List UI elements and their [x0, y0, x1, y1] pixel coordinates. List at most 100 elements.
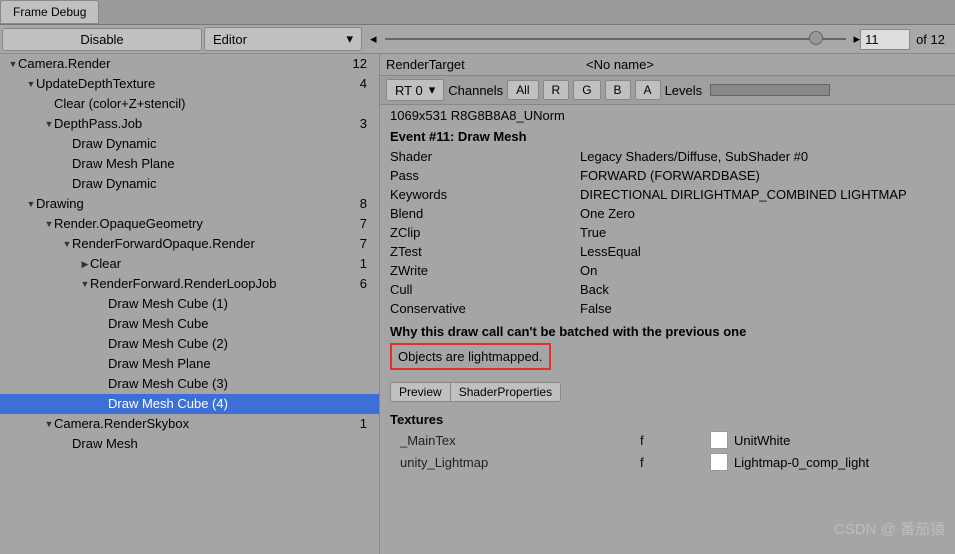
event-slider[interactable] — [385, 38, 846, 40]
slider-knob[interactable] — [809, 31, 823, 45]
tree-label: Clear (color+Z+stencil) — [54, 95, 186, 113]
target-dropdown-label: Editor — [213, 32, 247, 47]
tree-label: DepthPass.Job — [54, 115, 142, 133]
event-total: of 12 — [916, 32, 945, 47]
channel-b-button[interactable]: B — [605, 80, 631, 100]
watermark: CSDN @ 番茄猿 — [834, 518, 945, 539]
event-index-input[interactable] — [860, 29, 910, 50]
channel-all-button[interactable]: All — [507, 80, 538, 100]
texture-swatch[interactable] — [710, 453, 728, 471]
texture-swatch[interactable] — [710, 431, 728, 449]
shaderproperties-button[interactable]: ShaderProperties — [451, 382, 561, 402]
tree-count: 7 — [360, 235, 371, 253]
channel-r-button[interactable]: R — [543, 80, 570, 100]
property-value: Back — [580, 282, 945, 297]
property-row: ZTestLessEqual — [380, 242, 955, 261]
tree-label: Camera.Render — [18, 55, 111, 73]
channel-g-button[interactable]: G — [573, 80, 600, 100]
texture-type: f — [640, 433, 710, 448]
preview-button[interactable]: Preview — [390, 382, 451, 402]
tree-row[interactable]: ▼RenderForwardOpaque.Render 7 — [0, 234, 379, 254]
expand-icon[interactable]: ▼ — [62, 235, 72, 253]
details-pane: RenderTarget <No name> RT 0▾ Channels Al… — [380, 54, 955, 554]
expand-icon[interactable]: ▼ — [8, 55, 18, 73]
batch-reason: Objects are lightmapped. — [390, 343, 551, 370]
property-key: Conservative — [390, 301, 580, 316]
property-value: LessEqual — [580, 244, 945, 259]
tree-row[interactable]: Draw Mesh — [0, 434, 379, 454]
property-row: ZClipTrue — [380, 223, 955, 242]
property-key: ZClip — [390, 225, 580, 240]
tree-label: Draw Mesh — [72, 435, 138, 453]
texture-row: _MainTexfUnitWhite — [380, 429, 955, 451]
chevron-down-icon: ▾ — [346, 31, 353, 47]
tree-row[interactable]: ▼DepthPass.Job 3 — [0, 114, 379, 134]
tree-label: Draw Mesh Cube — [108, 315, 208, 333]
property-row: KeywordsDIRECTIONAL DIRLIGHTMAP_COMBINED… — [380, 185, 955, 204]
expand-icon[interactable]: ▼ — [26, 195, 36, 213]
tree-row[interactable]: Draw Mesh Cube (3) — [0, 374, 379, 394]
tree-label: RenderForwardOpaque.Render — [72, 235, 255, 253]
tree-label: Drawing — [36, 195, 84, 213]
tree-row[interactable]: ▼Camera.RenderSkybox1 — [0, 414, 379, 434]
rt-dropdown[interactable]: RT 0▾ — [386, 79, 444, 101]
expand-icon[interactable]: ▼ — [26, 75, 36, 93]
tree-row[interactable]: Draw Dynamic — [0, 134, 379, 154]
tree-row[interactable]: Draw Mesh Cube (4) — [0, 394, 379, 414]
tree-row[interactable]: Draw Mesh Plane — [0, 354, 379, 374]
event-tree[interactable]: ▼Camera.Render12▼UpdateDepthTexture4Clea… — [0, 54, 380, 554]
tree-row[interactable]: ▼Camera.Render12 — [0, 54, 379, 74]
levels-slider[interactable] — [710, 84, 830, 96]
tree-label: Draw Mesh Cube (3) — [108, 375, 228, 393]
property-value: On — [580, 263, 945, 278]
tree-label: Draw Dynamic — [72, 175, 157, 193]
chevron-down-icon: ▾ — [429, 82, 436, 98]
tree-count: 7 — [360, 215, 371, 233]
property-key: Keywords — [390, 187, 580, 202]
disable-button[interactable]: Disable — [2, 28, 202, 51]
batch-header: Why this draw call can't be batched with… — [380, 318, 955, 343]
tree-label: Render.OpaqueGeometry — [54, 215, 203, 233]
expand-icon[interactable]: ▶ — [80, 255, 90, 273]
tab-frame-debug[interactable]: Frame Debug — [0, 0, 99, 24]
tree-label: Draw Mesh Plane — [72, 155, 175, 173]
tree-row[interactable]: Draw Mesh Plane — [0, 154, 379, 174]
channels-label: Channels — [448, 83, 503, 98]
tree-count: 4 — [360, 75, 371, 93]
property-value: False — [580, 301, 945, 316]
tree-label: UpdateDepthTexture — [36, 75, 155, 93]
tree-label: Draw Dynamic — [72, 135, 157, 153]
tree-row[interactable]: Draw Mesh Cube (1) — [0, 294, 379, 314]
tree-row[interactable]: ▶Clear 1 — [0, 254, 379, 274]
target-dropdown[interactable]: Editor ▾ — [204, 27, 362, 51]
tree-row[interactable]: Clear (color+Z+stencil) — [0, 94, 379, 114]
tree-row[interactable]: Draw Mesh Cube (2) — [0, 334, 379, 354]
tree-row[interactable]: Draw Mesh Cube — [0, 314, 379, 334]
expand-icon[interactable]: ▼ — [80, 275, 90, 293]
texture-name: unity_Lightmap — [390, 455, 640, 470]
tree-row[interactable]: ▼Drawing 8 — [0, 194, 379, 214]
tree-count: 8 — [360, 195, 371, 213]
levels-label: Levels — [665, 83, 703, 98]
slider-prev-icon[interactable]: ◂ — [370, 31, 377, 47]
tree-row[interactable]: ▼Render.OpaqueGeometry 7 — [0, 214, 379, 234]
texture-row: unity_LightmapfLightmap-0_comp_light — [380, 451, 955, 473]
tree-count: 1 — [360, 255, 371, 273]
expand-icon[interactable]: ▼ — [44, 215, 54, 233]
expand-icon[interactable]: ▼ — [44, 415, 54, 433]
property-key: Cull — [390, 282, 580, 297]
tree-row[interactable]: ▼UpdateDepthTexture 4 — [0, 74, 379, 94]
tree-row[interactable]: Draw Dynamic — [0, 174, 379, 194]
texture-value: UnitWhite — [734, 433, 790, 448]
tree-label: Clear — [90, 255, 121, 273]
rendertarget-label: RenderTarget — [386, 57, 586, 72]
event-title: Event #11: Draw Mesh — [380, 126, 955, 147]
expand-icon[interactable]: ▼ — [44, 115, 54, 133]
property-value: Legacy Shaders/Diffuse, SubShader #0 — [580, 149, 945, 164]
channel-a-button[interactable]: A — [635, 80, 661, 100]
tree-label: Draw Mesh Cube (1) — [108, 295, 228, 313]
tree-label: RenderForward.RenderLoopJob — [90, 275, 276, 293]
tree-row[interactable]: ▼RenderForward.RenderLoopJob6 — [0, 274, 379, 294]
tree-count: 3 — [360, 115, 371, 133]
resolution-text: 1069x531 R8G8B8A8_UNorm — [380, 105, 955, 126]
